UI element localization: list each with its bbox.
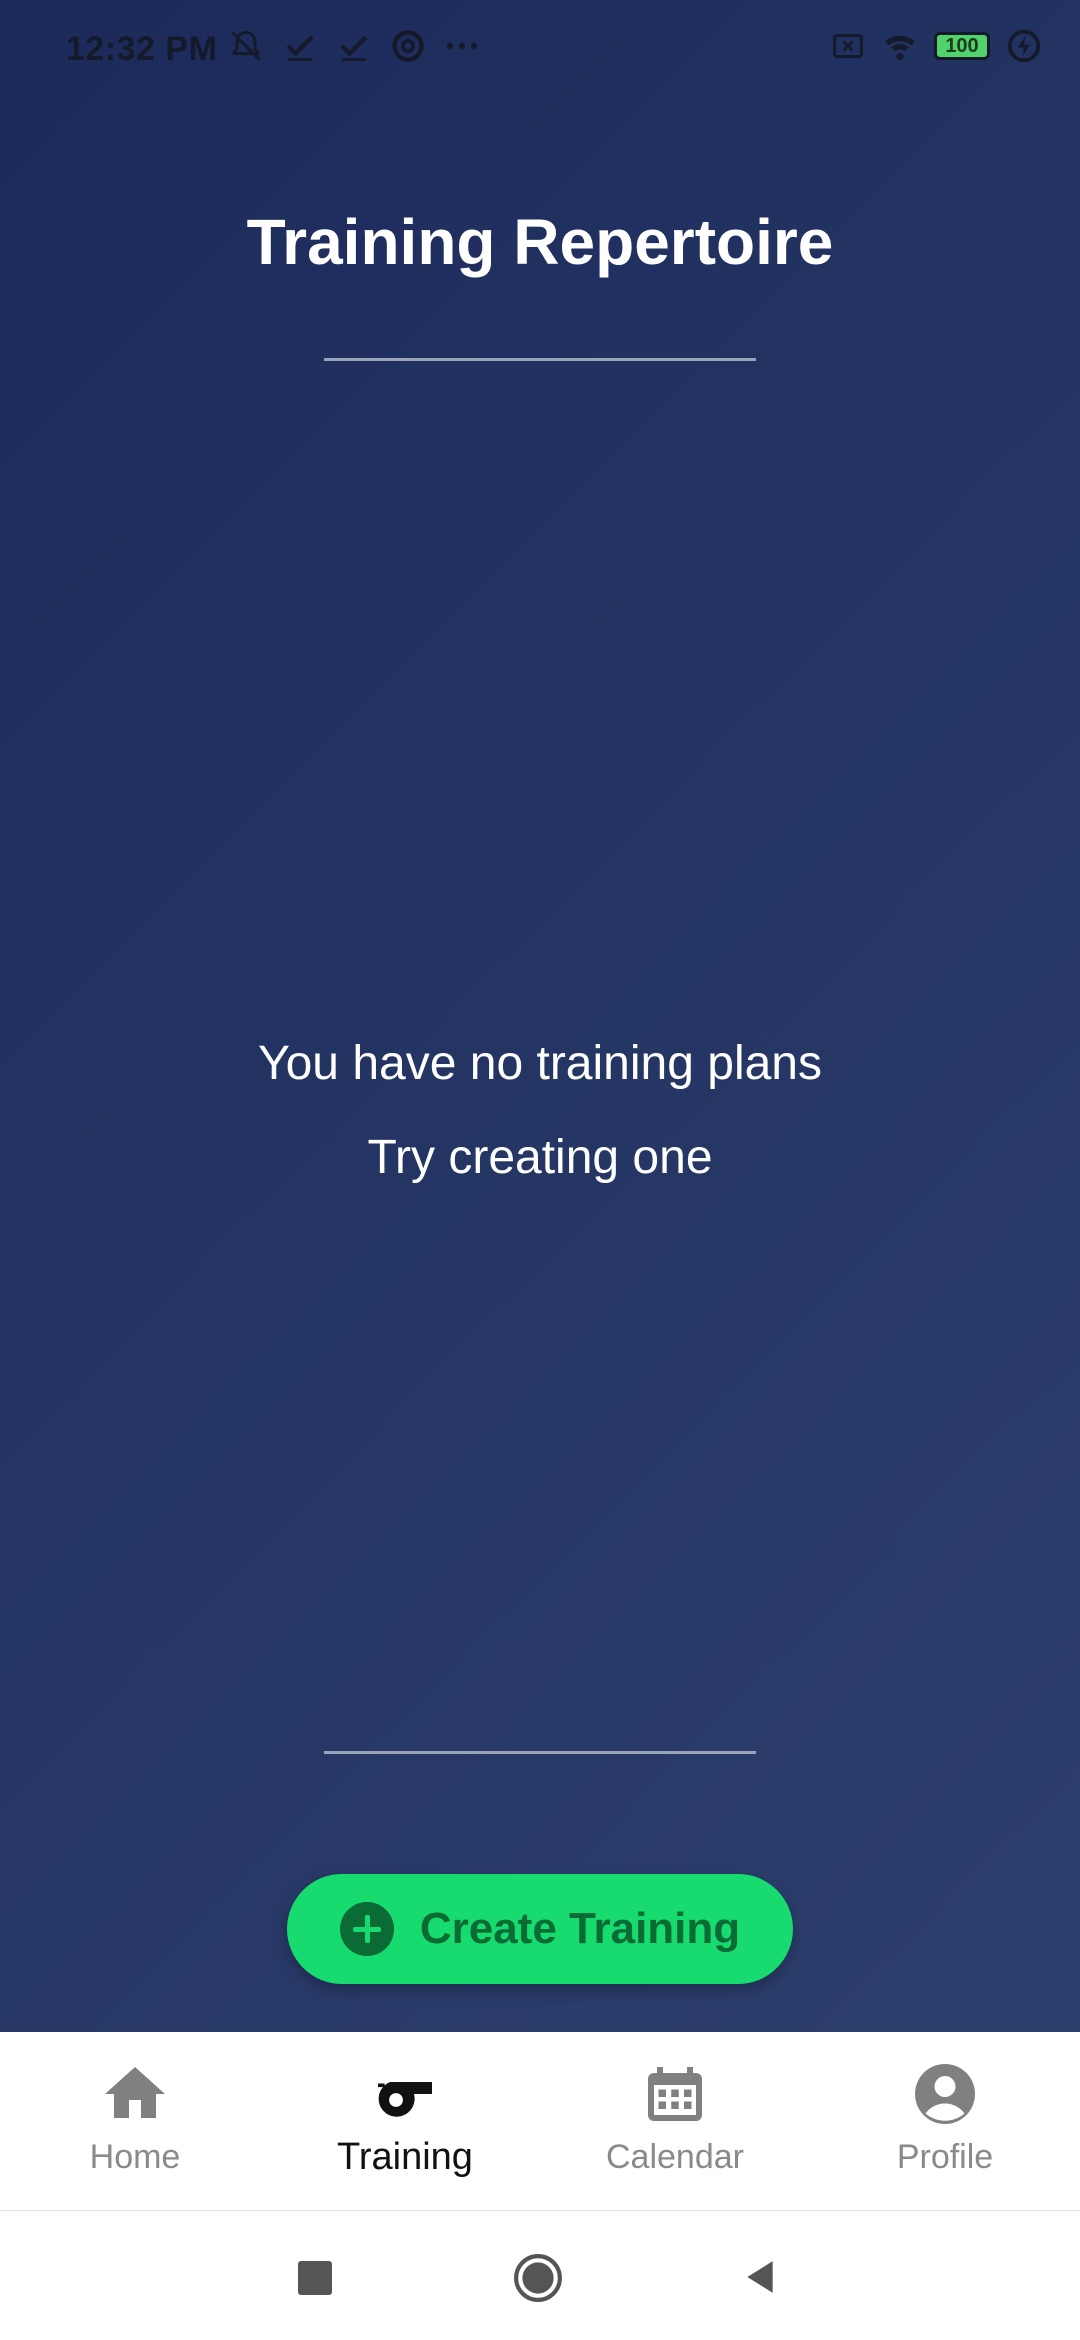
nav-item-profile[interactable]: Profile <box>810 2032 1080 2210</box>
whistle-icon <box>378 2082 432 2117</box>
muted-bell-icon <box>231 30 261 61</box>
nav-label-home: Home <box>89 2138 181 2176</box>
create-training-label: Create Training <box>419 1904 741 1953</box>
nav-item-training[interactable]: Training <box>270 2032 540 2210</box>
status-time: 12:32 PM <box>66 30 218 68</box>
app-screen: 12:32 PM 100 Training Repertoire You hav… <box>0 0 1080 2032</box>
status-bar: 12:32 PM 100 <box>0 0 1080 100</box>
status-system-icons: 100 <box>830 28 1042 64</box>
battery-icon: 100 <box>934 32 990 60</box>
create-training-button[interactable]: Create Training <box>287 1874 793 1984</box>
system-navigation-bar <box>0 2211 1080 2340</box>
bottom-navigation: Home Training Calendar Profile <box>0 2032 1080 2211</box>
calendar-icon <box>648 2067 702 2121</box>
wifi-icon <box>885 35 915 61</box>
status-notification-icons <box>228 28 480 64</box>
back-button[interactable] <box>741 2257 779 2297</box>
at-sign-icon <box>392 30 424 62</box>
nav-label-profile: Profile <box>896 2138 994 2176</box>
home-button[interactable] <box>513 2253 563 2303</box>
bottom-divider <box>324 1751 756 1754</box>
empty-state-hint: Try creating one <box>367 1131 713 1184</box>
top-divider <box>324 358 756 361</box>
sim-off-icon <box>833 34 863 58</box>
more-icon <box>447 43 477 49</box>
page-title: Training Repertoire <box>246 206 834 278</box>
nav-label-calendar: Calendar <box>606 2138 744 2176</box>
nav-item-home[interactable]: Home <box>0 2032 270 2210</box>
profile-icon <box>915 2064 975 2124</box>
nav-item-calendar[interactable]: Calendar <box>540 2032 810 2210</box>
nav-label-training: Training <box>337 2136 473 2178</box>
recent-apps-button[interactable] <box>298 2261 332 2295</box>
empty-state-message: You have no training plans <box>258 1037 822 1090</box>
check-icon <box>340 35 368 61</box>
charging-icon <box>1007 29 1041 63</box>
check-icon <box>286 35 314 61</box>
battery-level: 100 <box>945 34 979 57</box>
add-circle-icon <box>339 1902 394 1956</box>
home-icon <box>105 2067 165 2118</box>
